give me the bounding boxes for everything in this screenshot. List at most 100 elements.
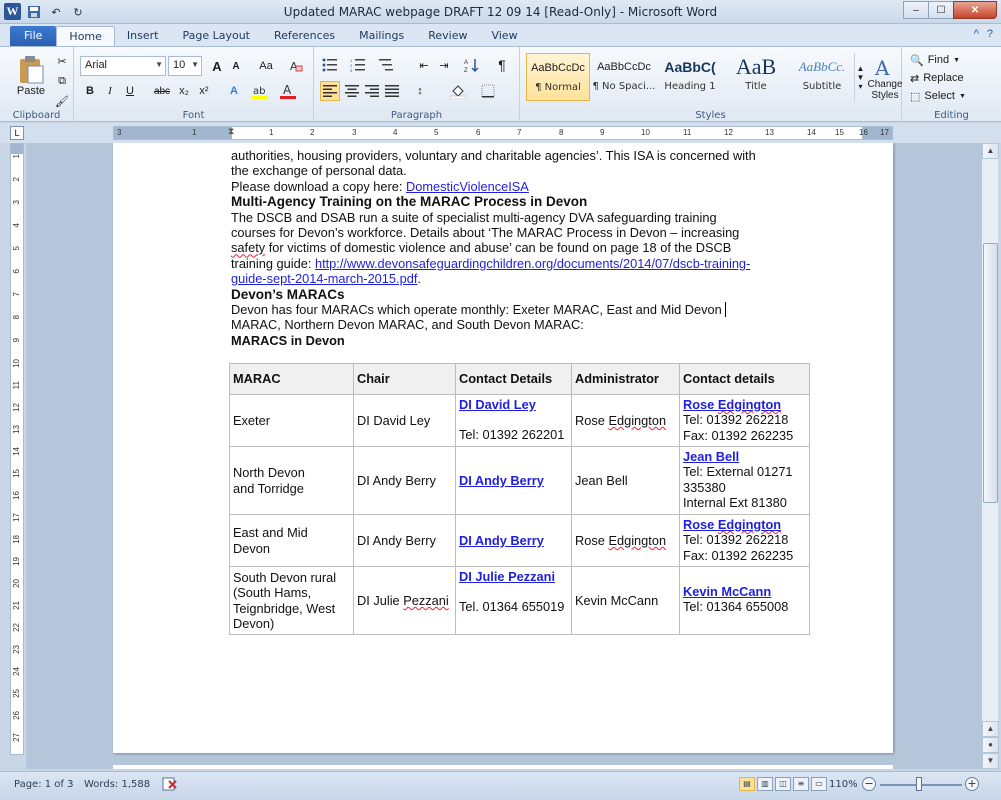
select-button[interactable]: ⬚ Select ▼ [910, 87, 966, 105]
scroll-thumb[interactable] [983, 243, 998, 503]
chevron-up-icon[interactable]: ▲ [857, 64, 865, 73]
close-button[interactable]: ✕ [953, 1, 997, 19]
tab-view[interactable]: View [479, 26, 529, 46]
cut-icon[interactable]: ✂ [52, 51, 72, 71]
tab-selector-icon[interactable]: L [10, 126, 24, 140]
strikethrough-button[interactable]: abc [152, 81, 172, 101]
copy-icon[interactable]: ⧉ [52, 71, 72, 91]
font-name-combo[interactable]: Arial ▼ [80, 56, 166, 76]
increase-indent-icon[interactable]: ⇥ [434, 55, 454, 75]
show-formatting-icon[interactable]: ¶ [492, 55, 512, 75]
clear-formatting-icon[interactable]: A [286, 56, 306, 76]
tab-file[interactable]: File [10, 26, 57, 46]
contact-link[interactable]: DI Julie Pezzani [459, 569, 568, 584]
text-line: the exchange of personal data. [231, 163, 407, 179]
tab-references[interactable]: References [262, 26, 347, 46]
proofing-icon[interactable] [162, 777, 178, 794]
word-count[interactable]: Words: 1,588 [84, 779, 150, 790]
document-body[interactable]: authorities, housing providers, voluntar… [231, 148, 821, 348]
decrease-indent-icon[interactable]: ⇤ [414, 55, 434, 75]
line-spacing-icon[interactable]: ↕ [410, 81, 430, 101]
shrink-font-button[interactable]: A [226, 56, 246, 76]
training-guide-link[interactable]: http://www.devonsafeguardingchildren.org… [315, 256, 750, 271]
help-icon[interactable]: ? [987, 28, 993, 40]
underline-button[interactable]: U [120, 81, 140, 101]
styles-scroll[interactable]: ▲ ▼ ▾ [854, 53, 866, 101]
zoom-level[interactable]: 110% [829, 779, 858, 790]
more-icon[interactable]: ▾ [858, 82, 862, 91]
style-title[interactable]: AaB Title [724, 53, 788, 101]
scroll-up-icon[interactable]: ▲ [982, 143, 999, 159]
document-page[interactable]: authorities, housing providers, voluntar… [113, 143, 893, 753]
contact-link[interactable]: DI David Ley [459, 397, 568, 412]
zoom-in-icon[interactable]: + [965, 777, 979, 791]
find-button[interactable]: 🔍 Find ▼ [910, 51, 960, 69]
vertical-ruler[interactable]: 1 2 3 4 5 6 7 8 9 10 11 12 13 14 15 16 1… [10, 143, 24, 755]
tab-review[interactable]: Review [416, 26, 479, 46]
paste-button[interactable]: Paste [10, 51, 52, 101]
text-effects-icon[interactable]: A [224, 81, 244, 101]
horizontal-ruler[interactable]: 3 1 1 2 3 4 5 6 7 8 9 10 11 12 13 14 15 … [113, 126, 893, 140]
web-layout-icon[interactable]: ◫ [775, 777, 791, 791]
scroll-down-icon[interactable]: ▼ [982, 753, 999, 769]
style-no-spacing[interactable]: AaBbCcDc ¶ No Spaci... [592, 53, 656, 101]
replace-button[interactable]: ⇄ Replace [910, 69, 964, 87]
change-styles-button[interactable]: A Change Styles [867, 51, 902, 105]
minimize-button[interactable]: – [903, 1, 929, 19]
bold-button[interactable]: B [80, 81, 100, 101]
sort-icon[interactable]: AZ [462, 55, 482, 75]
domestic-violence-isa-link[interactable]: DomesticViolenceISA [406, 179, 529, 194]
table-row: Exeter DI David Ley DI David Ley Tel: 01… [229, 394, 810, 447]
style-normal[interactable]: AaBbCcDc ¶ Normal [526, 53, 590, 101]
admin-contact-link[interactable]: Rose Edgington [683, 397, 806, 412]
document-area[interactable]: authorities, housing providers, voluntar… [26, 143, 981, 769]
tab-page-layout[interactable]: Page Layout [170, 26, 262, 46]
status-bar: Page: 1 of 3 Words: 1,588 ▤ ▥ ◫ ≡ ▭ 110%… [0, 771, 1001, 800]
browse-object-icon[interactable]: ● [982, 737, 999, 753]
chevron-down-icon[interactable]: ▼ [857, 73, 865, 82]
align-left-icon[interactable] [320, 81, 340, 101]
admin-contact-link[interactable]: Jean Bell [683, 449, 806, 464]
page-count[interactable]: Page: 1 of 3 [14, 779, 73, 790]
vertical-scrollbar[interactable]: ▲ ▲ ● ▼ [981, 143, 999, 769]
next-page-top[interactable] [113, 765, 893, 769]
tab-insert[interactable]: Insert [115, 26, 171, 46]
admin-contact-link[interactable]: Kevin McCann [683, 584, 806, 599]
format-painter-icon[interactable]: 🖌 [52, 91, 72, 111]
outline-icon[interactable]: ≡ [793, 777, 809, 791]
print-layout-icon[interactable]: ▤ [739, 777, 755, 791]
contact-link[interactable]: DI Andy Berry [459, 473, 568, 488]
indent-marker-icon[interactable]: ⧗ [228, 127, 234, 137]
scroll-up-icon[interactable]: ▲ [982, 721, 999, 737]
align-right-icon[interactable] [362, 81, 382, 101]
bullets-icon[interactable] [320, 55, 340, 75]
numbering-icon[interactable]: 123 [348, 55, 368, 75]
multilevel-list-icon[interactable] [376, 55, 396, 75]
table-row: South Devon rural (South Hams, Teignbrid… [229, 566, 810, 635]
tab-mailings[interactable]: Mailings [347, 26, 416, 46]
minimize-ribbon-icon[interactable]: ^ [974, 28, 979, 40]
training-guide-link-cont[interactable]: guide-sept-2014-march-2015.pdf [231, 271, 417, 286]
draft-icon[interactable]: ▭ [811, 777, 827, 791]
font-size-combo[interactable]: 10 ▼ [168, 56, 202, 76]
shading-icon[interactable] [448, 81, 468, 101]
highlight-icon[interactable]: ab [250, 81, 270, 101]
zoom-out-icon[interactable]: − [862, 777, 876, 791]
borders-icon[interactable] [478, 81, 498, 101]
zoom-slider-thumb[interactable] [916, 777, 922, 791]
full-screen-reading-icon[interactable]: ▥ [757, 777, 773, 791]
contact-link[interactable]: DI Andy Berry [459, 533, 568, 548]
admin-contact-link[interactable]: Rose Edgington [683, 517, 806, 532]
style-subtitle[interactable]: AaBbCc. Subtitle [790, 53, 854, 101]
change-case-button[interactable]: Aa [254, 56, 278, 76]
italic-button[interactable]: I [100, 81, 120, 101]
tab-home[interactable]: Home [56, 26, 115, 46]
maximize-button[interactable]: ☐ [928, 1, 954, 19]
subscript-button[interactable]: x₂ [174, 81, 194, 101]
grow-font-button[interactable]: A [207, 56, 227, 76]
font-color-icon[interactable]: A [278, 81, 298, 101]
style-heading-1[interactable]: AaBbC( Heading 1 [658, 53, 722, 101]
justify-icon[interactable] [382, 81, 402, 101]
superscript-button[interactable]: x² [194, 81, 214, 101]
align-center-icon[interactable] [342, 81, 362, 101]
